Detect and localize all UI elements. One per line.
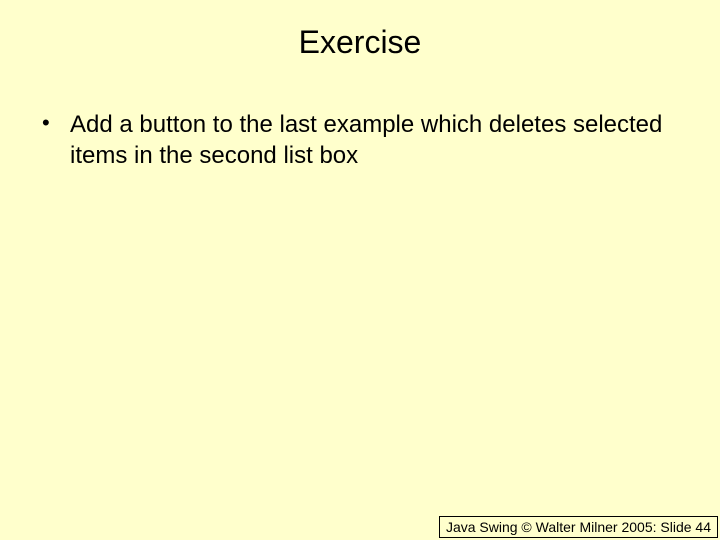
bullet-item: Add a button to the last example which d… <box>38 109 682 171</box>
slide-content: Add a button to the last example which d… <box>0 61 720 171</box>
slide-title: Exercise <box>0 0 720 61</box>
slide-number: 44 <box>695 519 711 535</box>
footer-box: Java Swing © Walter Milner 2005: Slide 4… <box>439 516 718 538</box>
bullet-list: Add a button to the last example which d… <box>38 109 682 171</box>
footer-prefix: Java Swing © Walter Milner 2005: Slide <box>446 519 695 535</box>
